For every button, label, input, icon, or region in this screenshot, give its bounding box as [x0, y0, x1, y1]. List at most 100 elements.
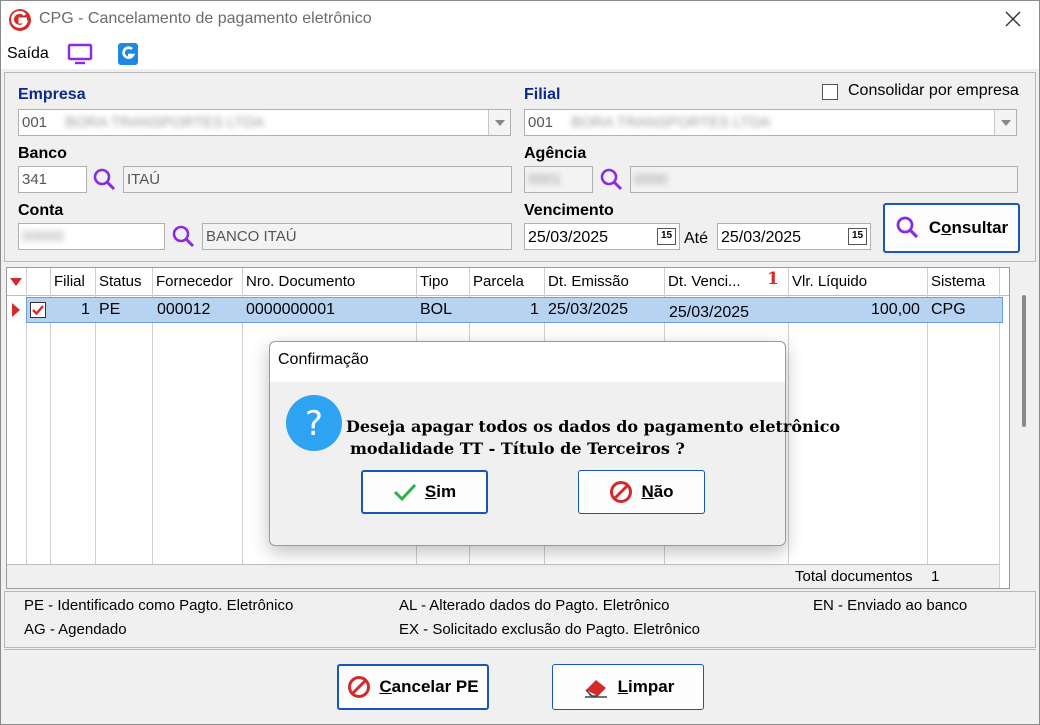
calendar-icon[interactable]: 15: [848, 228, 867, 245]
cancel-icon: [610, 481, 633, 503]
filter-panel: Empresa 001 BORA TRANSPORTES LTDA Filial…: [4, 72, 1036, 262]
dialog-message: Deseja apagar todos os dados do pagament…: [346, 416, 840, 460]
cell-emissao: 25/03/2025: [548, 301, 629, 318]
date-to-input[interactable]: 25/03/2025 15: [717, 223, 871, 250]
cell-fornecedor: 000012: [157, 301, 211, 318]
search-icon[interactable]: [171, 224, 197, 250]
yes-label: Sim: [424, 482, 457, 501]
chevron-down-icon[interactable]: [488, 110, 510, 135]
col-vencimento[interactable]: Dt. Venci...: [668, 273, 741, 290]
no-button[interactable]: Não: [578, 470, 705, 514]
consolidar-checkbox[interactable]: [822, 84, 838, 100]
conta-label: Conta: [18, 202, 64, 219]
banco-name-field: ITAÚ: [123, 166, 512, 193]
menu-exit[interactable]: Saída: [7, 45, 49, 63]
cell-filial: 1: [81, 301, 90, 318]
agencia-code: 0001: [528, 171, 562, 188]
search-icon: [896, 216, 918, 239]
consolidar-label: Consolidar por empresa: [848, 82, 1019, 99]
vencimento-label: Vencimento: [524, 202, 614, 219]
chevron-down-icon[interactable]: [994, 110, 1016, 135]
check-icon: [32, 305, 44, 316]
cell-parcela: 1: [530, 301, 539, 318]
legend-en: EN - Enviado ao banco: [813, 597, 968, 614]
row-checkbox[interactable]: [30, 302, 46, 318]
empresa-label: Empresa: [18, 86, 86, 103]
scroll-thumb[interactable]: [1022, 295, 1026, 427]
main-window: CPG - Cancelamento de pagamento eletrôni…: [0, 0, 1040, 725]
row-pointer-icon: [12, 303, 20, 317]
col-filial[interactable]: Filial: [54, 273, 85, 290]
app-logo-icon: [9, 9, 31, 31]
limpar-button[interactable]: Limpar: [552, 664, 704, 710]
agencia-label: Agência: [524, 145, 587, 162]
col-emissao[interactable]: Dt. Emissão: [548, 273, 629, 290]
cell-documento: 0000000001: [246, 301, 335, 318]
legend-ex: EX - Solicitado exclusão do Pagto. Eletr…: [399, 621, 701, 638]
col-parcela[interactable]: Parcela: [473, 273, 524, 290]
date-from-input[interactable]: 25/03/2025 15: [524, 223, 680, 250]
col-status[interactable]: Status: [99, 273, 142, 290]
no-label: Não: [641, 482, 674, 501]
col-sistema[interactable]: Sistema: [931, 273, 985, 290]
col-valor[interactable]: Vlr. Líquido: [792, 273, 867, 290]
ate-label: Até: [684, 230, 709, 247]
total-value: 1: [931, 568, 940, 585]
search-icon[interactable]: [92, 167, 118, 193]
confirmation-dialog: Confirmação ? Deseja apagar todos os dad…: [269, 341, 840, 546]
conta-name-field: BANCO ITAÚ: [202, 223, 512, 250]
agencia-name-field: 0000: [630, 166, 1018, 193]
banco-code-input[interactable]: 341: [18, 166, 87, 193]
legend-ag: AG - Agendado: [24, 621, 127, 638]
col-documento[interactable]: Nro. Documento: [246, 273, 355, 290]
cell-valor: 100,00: [871, 301, 920, 318]
question-icon: ?: [286, 395, 342, 451]
legend-al: AL - Alterado dados do Pagto. Eletrônico: [399, 597, 670, 614]
grid-scrollbar[interactable]: [1012, 267, 1036, 589]
consultar-button[interactable]: Consultar: [883, 203, 1020, 253]
cancelar-pe-label: Cancelar PE: [379, 677, 479, 696]
conta-name: BANCO ITAÚ: [206, 228, 297, 245]
bottom-bar: Cancelar PE Limpar: [4, 649, 1036, 721]
search-icon[interactable]: [599, 167, 625, 193]
filial-combo[interactable]: 001 BORA TRANSPORTES LTDA: [524, 109, 1017, 136]
menu-bar: Saída: [1, 39, 1039, 69]
title-bar: CPG - Cancelamento de pagamento eletrôni…: [1, 1, 1039, 39]
cell-sistema: CPG: [931, 301, 966, 318]
banco-code: 341: [22, 171, 48, 188]
banco-name: ITAÚ: [127, 171, 161, 188]
dialog-title: Confirmação: [270, 342, 785, 382]
calendar-icon[interactable]: 15: [657, 228, 676, 245]
col-tipo[interactable]: Tipo: [420, 273, 449, 290]
empresa-code: 001: [22, 114, 48, 131]
dialog-line-1: Deseja apagar todos os dados do pagament…: [346, 417, 841, 436]
empresa-name: BORA TRANSPORTES LTDA: [65, 114, 265, 131]
total-label: Total documentos: [795, 568, 913, 585]
status-legend: PE - Identificado como Pagto. Eletrônico…: [4, 591, 1036, 648]
close-icon[interactable]: [1003, 9, 1023, 29]
filial-label: Filial: [524, 86, 561, 103]
grid-footer: Total documentos 1: [7, 564, 999, 588]
empresa-combo[interactable]: 001 BORA TRANSPORTES LTDA: [18, 109, 511, 136]
sort-indicator-icon: 1: [767, 269, 779, 289]
col-fornecedor[interactable]: Fornecedor: [156, 273, 233, 290]
app-g-icon[interactable]: [117, 42, 139, 66]
svg-text:?: ?: [305, 404, 323, 444]
agencia-code-input[interactable]: 0001: [524, 166, 593, 193]
conta-code-input[interactable]: 00000: [18, 223, 165, 250]
filial-code: 001: [528, 114, 554, 131]
cell-status: PE: [99, 301, 121, 318]
dialog-line-2: modalidade TT - Título de Terceiros ?: [350, 439, 685, 458]
yes-button[interactable]: Sim: [361, 470, 488, 514]
eraser-icon: [584, 680, 607, 698]
filter-arrow-icon[interactable]: [9, 277, 23, 287]
grid-header: Filial Status Fornecedor Nro. Documento …: [7, 268, 1009, 296]
cell-vencimento: 25/03/2025: [669, 304, 750, 321]
filial-name: BORA TRANSPORTES LTDA: [571, 114, 771, 131]
limpar-label: Limpar: [617, 677, 675, 696]
date-to: 25/03/2025: [721, 229, 802, 246]
legend-pe: PE - Identificado como Pagto. Eletrônico: [24, 597, 294, 614]
monitor-icon[interactable]: [67, 43, 93, 65]
cancelar-pe-button[interactable]: Cancelar PE: [337, 664, 489, 710]
conta-code: 00000: [22, 228, 64, 245]
